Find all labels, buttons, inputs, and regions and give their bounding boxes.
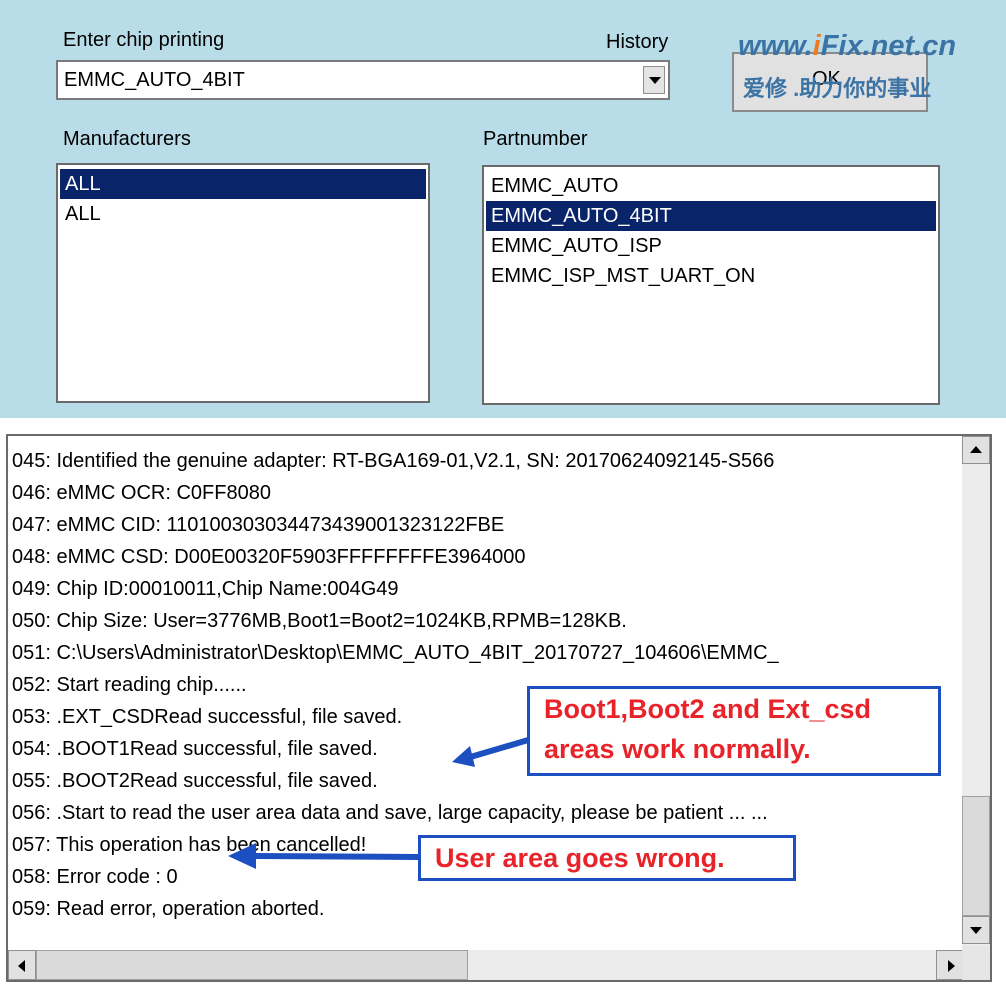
scroll-right-button[interactable] [936,950,964,980]
history-label: History [606,31,669,53]
arrow-down-icon [970,927,982,934]
list-item[interactable]: EMMC_ISP_MST_UART_ON [486,261,936,291]
log-line: 055: .BOOT2Read successful, file saved. [12,770,378,792]
log-line: 052: Start reading chip...... [12,674,247,696]
arrow-right-icon [948,960,955,972]
horizontal-scroll-thumb[interactable] [36,950,468,980]
watermark-url: www.iFix.net.cn [738,30,957,62]
scrollbar-corner [962,946,990,980]
log-line: 058: Error code : 0 [12,866,178,888]
log-line: 053: .EXT_CSDRead successful, file saved… [12,706,403,728]
log-line: 049: Chip ID:00010011,Chip Name:004G49 [12,578,399,600]
callout-line: Boot1,Boot2 and Ext_csd [544,694,872,724]
dropdown-button[interactable] [643,66,665,94]
watermark-slogan: 爱修 .助力你的事业 [743,76,932,101]
log-line: 050: Chip Size: User=3776MB,Boot1=Boot2=… [12,610,627,632]
vertical-scrollbar[interactable] [962,436,990,946]
arrow-up-icon [970,446,982,453]
manufacturers-label: Manufacturers [63,128,191,150]
list-item[interactable]: ALL [60,169,426,199]
boot-areas-callout: Boot1,Boot2 and Ext_csd areas work norma… [527,686,941,776]
callout-line: areas work normally. [544,734,811,764]
log-line: 056: .Start to read the user area data a… [12,802,768,824]
user-area-callout: User area goes wrong. [418,835,796,881]
manufacturers-listbox[interactable]: ALL ALL [56,163,430,403]
enter-chip-label: Enter chip printing [63,29,225,51]
log-line: 054: .BOOT1Read successful, file saved. [12,738,378,760]
arrow-left-icon [18,960,25,972]
log-line: 046: eMMC OCR: C0FF8080 [12,482,271,504]
log-line: 051: C:\Users\Administrator\Desktop\EMMC… [12,642,779,664]
list-item[interactable]: EMMC_AUTO [486,171,936,201]
scroll-left-button[interactable] [8,950,36,980]
list-item[interactable]: EMMC_AUTO_4BIT [486,201,936,231]
partnumber-label: Partnumber [483,128,588,150]
chevron-down-icon [649,77,661,84]
chip-selection-panel: Enter chip printing History EMMC_AUTO_4B… [0,0,1006,418]
log-line: 047: eMMC CID: 1101003030344734390013231… [12,514,505,536]
horizontal-scrollbar[interactable] [8,950,966,980]
partnumber-listbox[interactable]: EMMC_AUTO EMMC_AUTO_4BIT EMMC_AUTO_ISP E… [482,165,940,405]
chip-printing-value: EMMC_AUTO_4BIT [64,69,245,91]
log-line: 057: This operation has been cancelled! [12,834,367,856]
scroll-up-button[interactable] [962,436,990,464]
list-item[interactable]: EMMC_AUTO_ISP [486,231,936,261]
log-line: 048: eMMC CSD: D00E00320F5903FFFFFFFFE39… [12,546,526,568]
scroll-down-button[interactable] [962,916,990,944]
callout-line: User area goes wrong. [435,843,725,873]
log-line: 059: Read error, operation aborted. [12,898,325,920]
chip-printing-combobox[interactable]: EMMC_AUTO_4BIT [56,60,670,100]
vertical-scroll-thumb[interactable] [962,796,990,916]
list-item[interactable]: ALL [60,199,426,229]
log-line: 045: Identified the genuine adapter: RT-… [12,450,775,472]
